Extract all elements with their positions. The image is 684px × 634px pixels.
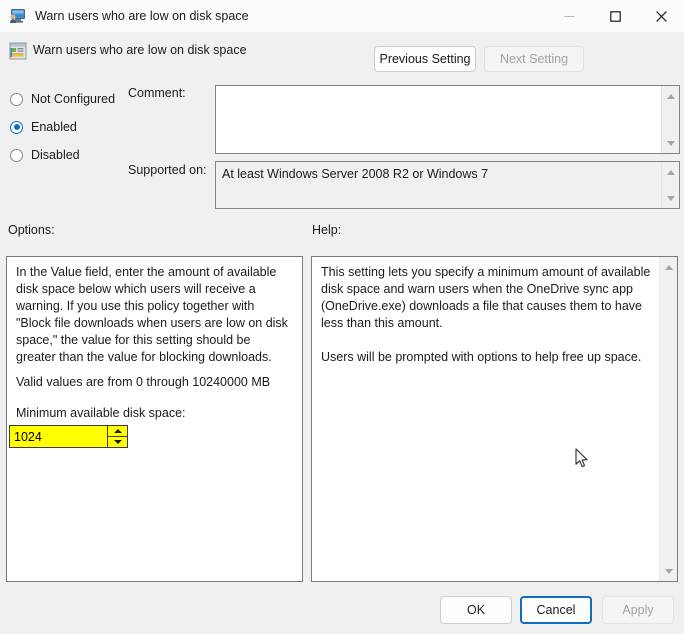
comment-scroll-up-icon[interactable] <box>662 88 679 104</box>
min-disk-space-input[interactable] <box>10 426 107 447</box>
options-panel-body: In the Value field, enter the amount of … <box>7 257 302 581</box>
comment-field[interactable] <box>215 85 680 154</box>
setting-title: Warn users who are low on disk space <box>33 43 247 57</box>
supported-on-field: At least Windows Server 2008 R2 or Windo… <box>215 161 680 209</box>
options-valid-values: Valid values are from 0 through 10240000… <box>16 375 271 389</box>
help-label: Help: <box>312 223 342 237</box>
maximize-icon[interactable] <box>592 0 638 32</box>
window-titlebar[interactable]: Warn users who are low on disk space <box>0 0 684 32</box>
close-icon[interactable] <box>638 0 684 32</box>
supported-scroll-up-icon[interactable] <box>662 164 679 180</box>
stepper-buttons <box>107 426 127 447</box>
minimize-icon[interactable] <box>546 0 592 32</box>
radio-disabled-label: Disabled <box>31 148 80 162</box>
supported-scroll-down-icon[interactable] <box>662 190 679 206</box>
help-panel: This setting lets you specify a minimum … <box>311 256 678 582</box>
help-scroll-up-icon[interactable] <box>660 259 677 275</box>
help-scroll-down-icon[interactable] <box>660 563 677 579</box>
policy-computer-icon <box>9 8 26 24</box>
radio-not-configured-mark <box>10 92 23 106</box>
radio-enabled[interactable]: Enabled <box>10 118 77 136</box>
stepper-down-icon[interactable] <box>108 436 127 447</box>
radio-enabled-mark <box>10 120 23 134</box>
comment-value[interactable] <box>216 86 661 153</box>
min-disk-space-stepper[interactable] <box>9 425 128 448</box>
window-controls <box>546 0 684 32</box>
help-panel-body: This setting lets you specify a minimum … <box>312 257 659 581</box>
min-disk-space-label: Minimum available disk space: <box>16 406 186 420</box>
supported-on-scrollbar[interactable] <box>661 162 679 208</box>
options-panel: In the Value field, enter the amount of … <box>6 256 303 582</box>
previous-setting-button[interactable]: Previous Setting <box>374 46 476 72</box>
radio-enabled-label: Enabled <box>31 120 77 134</box>
policy-setting-icon <box>9 42 27 60</box>
help-paragraph-2: Users will be prompted with options to h… <box>321 350 642 364</box>
next-setting-button: Next Setting <box>484 46 584 72</box>
cancel-button[interactable]: Cancel <box>520 596 592 624</box>
comment-scroll-down-icon[interactable] <box>662 135 679 151</box>
radio-not-configured[interactable]: Not Configured <box>10 90 115 108</box>
help-paragraph-1: This setting lets you specify a minimum … <box>321 265 651 330</box>
stepper-up-icon[interactable] <box>108 426 127 437</box>
comment-label: Comment: <box>128 86 186 100</box>
radio-not-configured-label: Not Configured <box>31 92 116 106</box>
radio-disabled[interactable]: Disabled <box>10 146 80 164</box>
comment-scrollbar[interactable] <box>661 86 679 153</box>
help-scrollbar[interactable] <box>659 257 677 581</box>
ok-button[interactable]: OK <box>440 596 512 624</box>
supported-on-label: Supported on: <box>128 163 207 177</box>
supported-on-value: At least Windows Server 2008 R2 or Windo… <box>216 162 661 208</box>
window-title: Warn users who are low on disk space <box>35 9 249 23</box>
radio-disabled-mark <box>10 148 23 162</box>
options-label: Options: <box>8 223 55 237</box>
apply-button: Apply <box>602 596 674 624</box>
options-description: In the Value field, enter the amount of … <box>16 265 288 364</box>
